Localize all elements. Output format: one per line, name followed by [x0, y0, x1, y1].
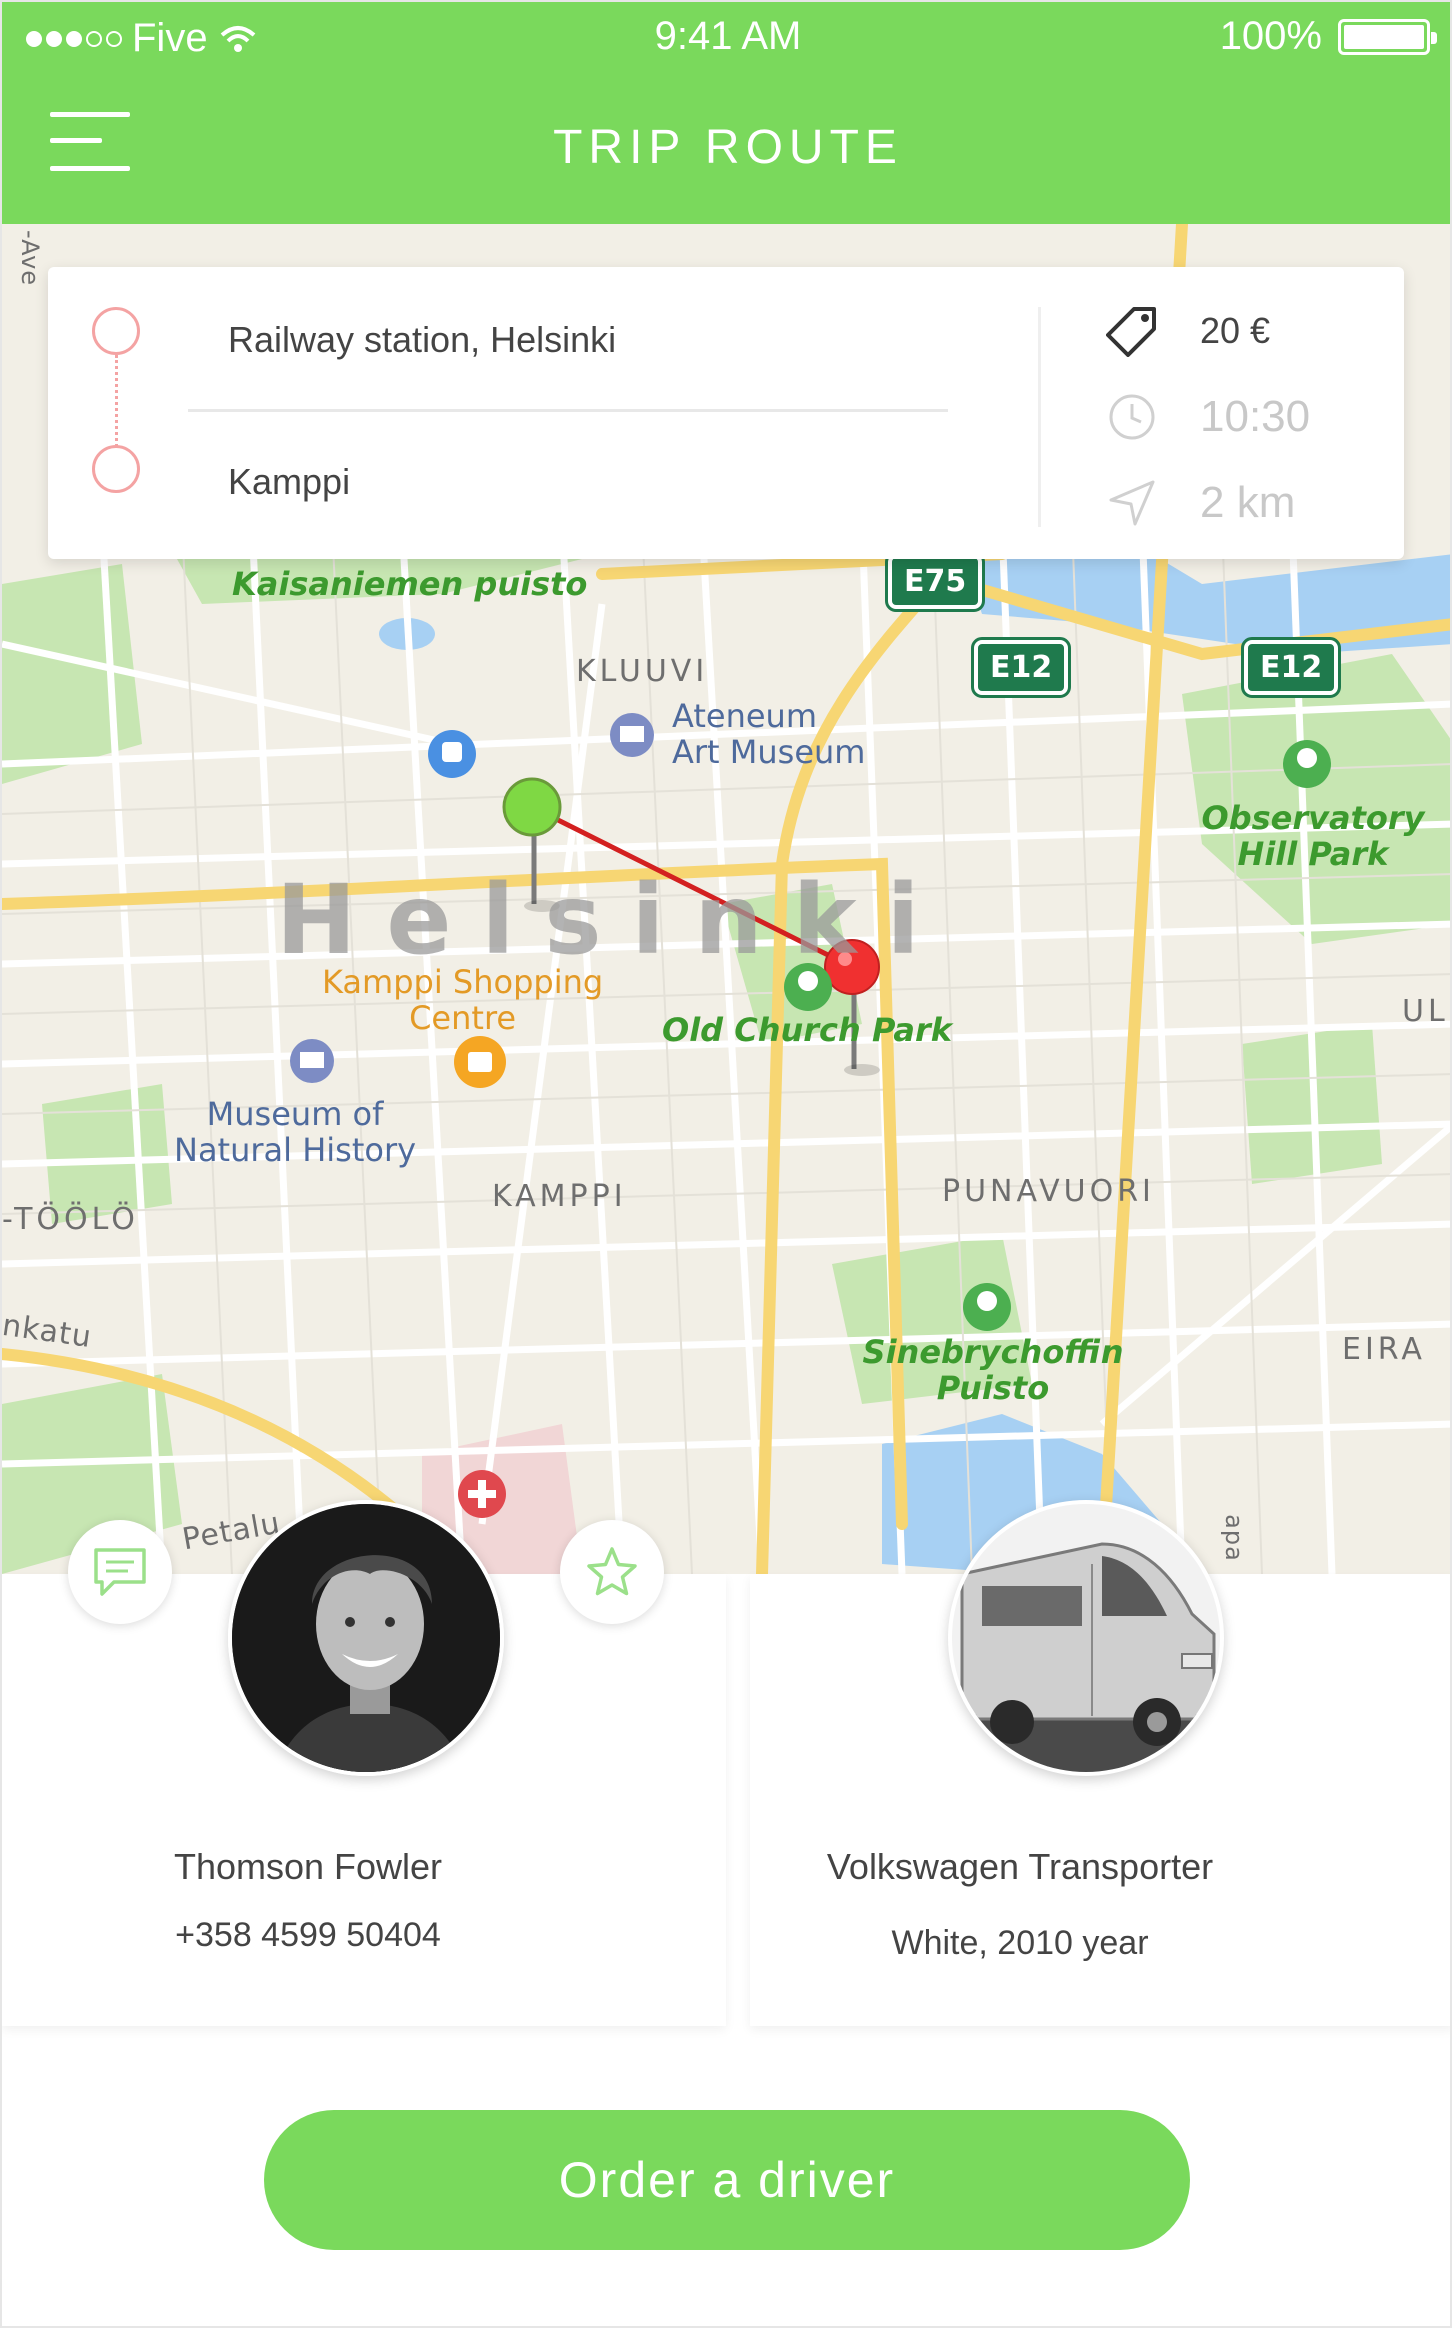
destination-icon	[92, 445, 140, 493]
divider	[188, 409, 948, 412]
hamburger-icon	[50, 112, 130, 117]
district-label: EIRA	[1342, 1332, 1426, 1367]
district-label: KAMPPI	[492, 1179, 627, 1214]
road-shield: E12	[1240, 637, 1342, 698]
street-label: -Ave	[16, 229, 45, 287]
poi-label: Museum of Natural History	[174, 1095, 417, 1169]
chat-button[interactable]	[68, 1520, 172, 1624]
destination-address[interactable]: Kamppi	[228, 461, 350, 503]
origin-icon	[92, 307, 140, 355]
driver-name: Thomson Fowler	[173, 1846, 443, 1887]
start-pin[interactable]	[502, 777, 562, 837]
battery-icon	[1338, 18, 1437, 55]
street-label: apa	[1219, 1514, 1248, 1562]
poi-label: Kamppi Shopping Centre	[322, 963, 604, 1037]
park-label: Kaisaniemen puisto	[232, 565, 588, 603]
district-label: -TÖÖLÖ	[2, 1202, 139, 1237]
status-bar: Five 9:41 AM 100%	[2, 2, 1450, 74]
driver-avatar[interactable]	[228, 1500, 504, 1776]
star-icon	[587, 1547, 637, 1596]
driver-phone[interactable]: +358 4599 50404	[2, 1916, 614, 1955]
order-driver-button[interactable]: Order a driver	[264, 2110, 1190, 2250]
app-screen: Helsinki Kaisaniemen puisto Observatory …	[0, 0, 1452, 2328]
district-label: KLUUVI	[576, 654, 709, 689]
city-label: Helsinki	[276, 864, 950, 976]
time-row: 10:30	[1104, 389, 1310, 445]
trip-price: 20 €	[1200, 310, 1271, 351]
road-shield: E75	[884, 551, 986, 612]
park-label: Observatory Hill Park	[1201, 799, 1425, 873]
vehicle-photo[interactable]	[948, 1500, 1224, 1776]
distance-row: 2 km	[1104, 475, 1295, 531]
price-tag-icon	[1104, 303, 1160, 359]
poi-label: Ateneum Art Museum	[672, 697, 866, 771]
chat-icon	[94, 1548, 146, 1596]
page-title: TRIP ROUTE	[553, 121, 903, 174]
vehicle-model: Volkswagen Transporter	[826, 1846, 1214, 1887]
park-label: Old Church Park	[662, 1011, 952, 1049]
battery-percent: 100%	[1219, 14, 1322, 58]
battery-info: 100%	[1219, 14, 1437, 59]
favorite-button[interactable]	[560, 1520, 664, 1624]
divider	[1038, 307, 1041, 527]
district-label: UL	[1402, 994, 1449, 1029]
park-label: Sinebrychoffin Puisto	[862, 1333, 1124, 1407]
clock-icon	[1104, 389, 1160, 445]
trip-time: 10:30	[1200, 392, 1311, 441]
district-label: PUNAVUORI	[942, 1174, 1155, 1209]
navigation-arrow-icon	[1104, 475, 1160, 531]
trip-summary-card: Railway station, Helsinki Kamppi 20 € 10…	[48, 267, 1404, 559]
app-header: Five 9:41 AM 100% TRIP ROUTE	[2, 2, 1450, 224]
road-shield: E12	[970, 637, 1072, 698]
vehicle-description: White, 2010 year	[891, 1924, 1149, 1962]
trip-distance: 2 km	[1200, 478, 1296, 527]
origin-address[interactable]: Railway station, Helsinki	[228, 319, 616, 361]
route-connector	[115, 355, 118, 447]
price-row: 20 €	[1104, 303, 1270, 359]
